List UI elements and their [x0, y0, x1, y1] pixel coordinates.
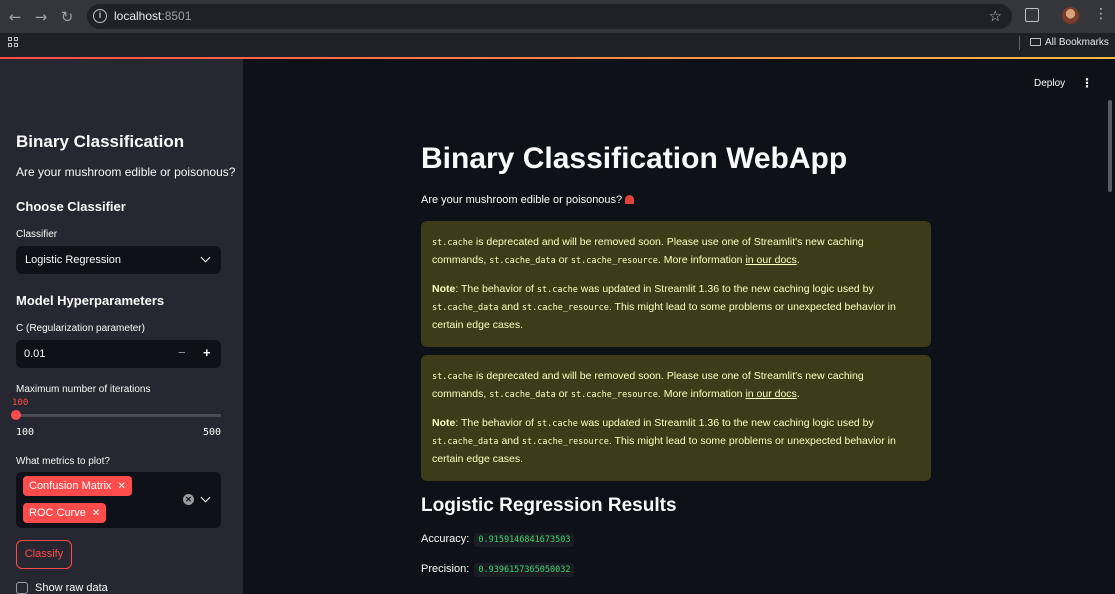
classifier-value: Logistic Regression [25, 254, 121, 266]
menu-icon[interactable]: ⋮ [1094, 6, 1108, 22]
code-st-cache-resource: st.cache_resource [570, 390, 658, 400]
docs-link[interactable]: in our docs [745, 388, 796, 400]
tag-label: ROC Curve [29, 507, 86, 519]
page-title: Binary Classification WebApp [421, 142, 848, 175]
warning-text: . More information [657, 388, 746, 400]
c-param-value[interactable]: 0.01 [24, 348, 45, 360]
metrics-label: What metrics to plot? [16, 456, 110, 467]
tag-label: Confusion Matrix [29, 480, 112, 492]
close-icon[interactable]: ✕ [92, 508, 100, 519]
close-icon[interactable]: ✕ [118, 481, 126, 492]
url-text[interactable]: localhost:8501 [114, 9, 191, 23]
code-st-cache-resource: st.cache_resource [521, 437, 609, 447]
code-st-cache-data: st.cache_data [432, 303, 499, 313]
warning-text: was updated in Streamlit 1.36 to the new… [577, 283, 874, 295]
docs-link[interactable]: in our docs [745, 254, 796, 266]
bookmarks-label: All Bookmarks [1045, 37, 1109, 48]
code-st-cache-data: st.cache_data [489, 256, 556, 266]
mushroom-icon [625, 195, 635, 204]
warning-text: : The behavior of [455, 417, 537, 429]
tag-roc-curve[interactable]: ROC Curve ✕ [23, 503, 107, 523]
warning-text: or [555, 388, 571, 400]
c-param-input[interactable]: 0.01 − + [16, 340, 221, 368]
max-iter-slider[interactable] [16, 414, 221, 417]
browser-chrome: ← → ↻ i localhost:8501 ☆ ⋮ All Bookmarks [0, 0, 1115, 57]
precision-value: 0.9396157365050032 [474, 563, 575, 577]
choose-classifier-heading: Choose Classifier [16, 199, 126, 214]
c-param-label: C (Regularization parameter) [16, 323, 145, 334]
code-st-cache-data: st.cache_data [432, 437, 499, 447]
sidebar-title: Binary Classification [16, 132, 185, 151]
max-iter-value: 100 [12, 398, 29, 408]
tag-confusion-matrix[interactable]: Confusion Matrix ✕ [23, 476, 132, 496]
warning-text: was updated in Streamlit 1.36 to the new… [577, 417, 874, 429]
warning-text: . More information [657, 254, 746, 266]
raw-data-label: Show raw data [35, 582, 108, 594]
apps-icon[interactable] [8, 37, 19, 48]
code-st-cache: st.cache [536, 419, 578, 429]
raw-data-checkbox[interactable] [16, 582, 28, 594]
deprecation-warning: st.cache is deprecated and will be remov… [421, 221, 931, 347]
hyperparameters-heading: Model Hyperparameters [16, 293, 165, 308]
main-content: Deploy ⋮ Binary Classification WebApp Ar… [243, 59, 1115, 594]
profile-avatar[interactable] [1062, 7, 1079, 24]
accuracy-value: 0.9159146841673503 [474, 533, 575, 547]
address-bar[interactable]: i localhost:8501 ☆ [87, 4, 1012, 29]
warning-text: . [796, 388, 800, 400]
bookmarks-divider [1019, 36, 1020, 50]
increment-button[interactable]: + [203, 345, 211, 360]
reload-icon[interactable]: ↻ [56, 6, 78, 28]
info-icon[interactable]: i [93, 9, 107, 23]
note-label: Note [432, 417, 456, 429]
warning-text: and [498, 301, 522, 313]
code-st-cache-data: st.cache_data [489, 390, 556, 400]
classifier-select[interactable]: Logistic Regression [16, 246, 221, 274]
note-label: Note [432, 283, 456, 295]
slider-thumb[interactable] [11, 410, 21, 420]
star-icon[interactable]: ☆ [989, 7, 1002, 25]
code-st-cache-resource: st.cache_resource [570, 256, 658, 266]
warning-text: and [498, 435, 522, 447]
subtitle-text: Are your mushroom edible or poisonous? [421, 194, 623, 206]
precision-label: Precision: [421, 563, 470, 575]
chevron-down-icon[interactable] [200, 492, 211, 503]
clear-icon[interactable]: ✕ [183, 494, 194, 505]
scrollbar[interactable] [1108, 100, 1112, 192]
metrics-multiselect[interactable]: Confusion Matrix ✕ ROC Curve ✕ ✕ [16, 472, 221, 528]
code-st-cache: st.cache [432, 238, 473, 248]
back-icon[interactable]: ← [4, 6, 26, 28]
results-heading: Logistic Regression Results [421, 495, 677, 516]
deprecation-warning: st.cache is deprecated and will be remov… [421, 355, 931, 481]
url-port: :8501 [161, 9, 192, 23]
chevron-down-icon [200, 252, 211, 263]
sidebar-subtitle: Are your mushroom edible or poisonous? [16, 165, 236, 179]
accuracy-label: Accuracy: [421, 533, 470, 545]
code-st-cache: st.cache [432, 372, 473, 382]
url-host: localhost [114, 9, 162, 23]
max-iter-label: Maximum number of iterations [16, 384, 151, 395]
page-subtitle: Are your mushroom edible or poisonous? [421, 194, 635, 206]
decrement-button[interactable]: − [178, 345, 186, 360]
warning-text: : The behavior of [455, 283, 537, 295]
slider-min: 100 [16, 427, 35, 438]
warning-text: or [555, 254, 571, 266]
all-bookmarks-button[interactable]: All Bookmarks [1030, 37, 1109, 48]
sidebar: Binary Classification Are your mushroom … [0, 59, 243, 594]
slider-max: 500 [203, 427, 222, 438]
code-st-cache: st.cache [536, 285, 578, 295]
warning-text: . [796, 254, 800, 266]
main-menu-icon[interactable]: ⋮ [1081, 76, 1093, 90]
code-st-cache-resource: st.cache_resource [521, 303, 609, 313]
forward-icon[interactable]: → [30, 6, 52, 28]
classifier-label: Classifier [16, 229, 58, 240]
folder-icon [1030, 38, 1041, 46]
precision-metric: Precision: 0.9396157365050032 [421, 563, 575, 577]
deploy-button[interactable]: Deploy [1034, 78, 1065, 89]
classify-button[interactable]: Classify [16, 540, 72, 569]
accuracy-metric: Accuracy: 0.9159146841673503 [421, 533, 575, 547]
extensions-icon[interactable] [1025, 8, 1039, 22]
